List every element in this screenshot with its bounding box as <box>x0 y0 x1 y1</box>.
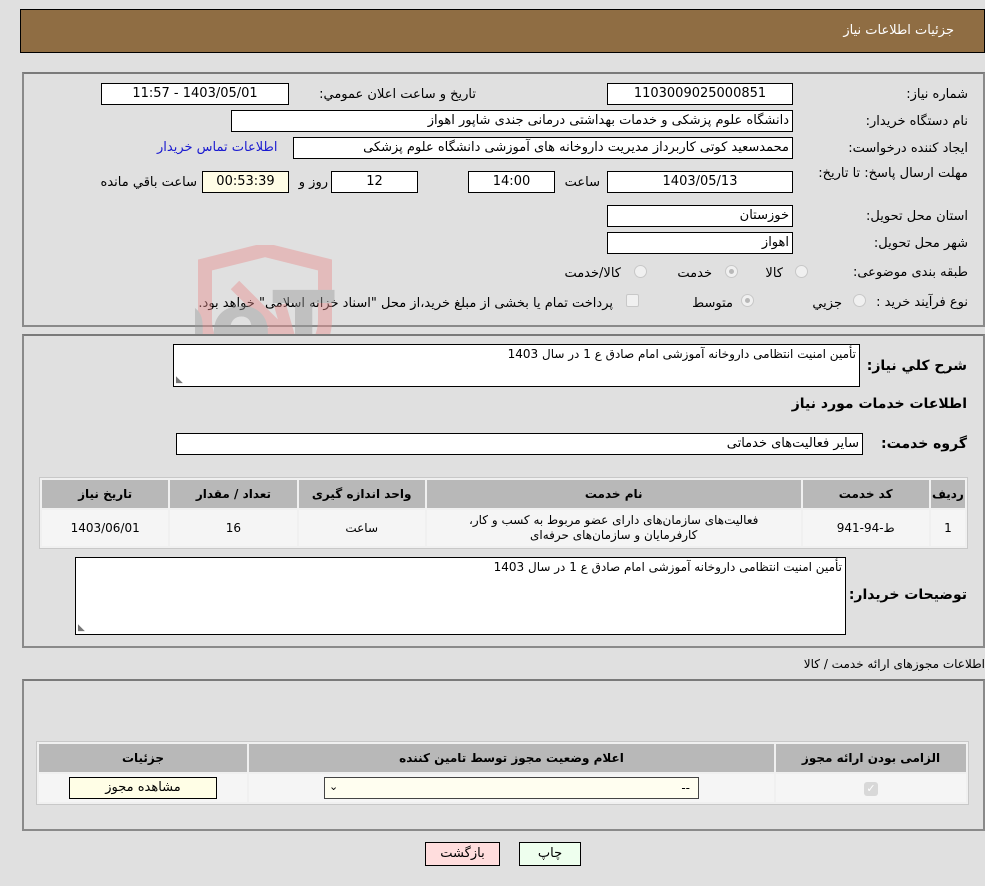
cell-license-status: -- ⌄ <box>249 774 774 802</box>
licenses-table-header: الزامی بودن ارائه مجوز اعلام وضعیت مجوز … <box>39 744 966 772</box>
buyer-org-field: دانشگاه علوم پزشکی و خدمات بهداشتی درمان… <box>231 110 793 132</box>
services-table: ردیف کد خدمت نام خدمت واحد اندازه گیری ت… <box>39 477 968 549</box>
page-header: جزئیات اطلاعات نیاز <box>20 9 985 53</box>
license-status-value: -- <box>681 781 690 795</box>
col-license-status: اعلام وضعیت مجوز توسط تامین کننده <box>249 744 774 772</box>
buyer-notes-text: تأمین امنیت انتظامی داروخانه آموزشی امام… <box>493 560 842 574</box>
summary-label: شرح کلي نياز: <box>866 358 967 374</box>
treasury-checkbox[interactable] <box>626 294 639 307</box>
cell-unit: ساعت <box>298 510 425 546</box>
back-button[interactable]: بازگشت <box>425 842 500 866</box>
services-table-header: ردیف کد خدمت نام خدمت واحد اندازه گیری ت… <box>42 480 965 508</box>
category-option-goods-service: کالا/خدمت <box>564 266 621 281</box>
license-status-select[interactable]: -- ⌄ <box>324 777 699 799</box>
deadline-time-field: 14:00 <box>468 171 555 193</box>
category-option-service: خدمت <box>677 266 712 281</box>
purchase-type-label: نوع فرآیند خرید : <box>876 295 968 310</box>
col-row: ردیف <box>930 480 965 508</box>
page-title: جزئیات اطلاعات نیاز <box>843 23 954 38</box>
cell-row: 1 <box>930 510 965 546</box>
col-need-date: تاریخ نیاز <box>42 480 169 508</box>
col-unit: واحد اندازه گیری <box>298 480 425 508</box>
province-field: خوزستان <box>607 205 793 227</box>
cell-quantity: 16 <box>170 510 297 546</box>
cell-service-code: ط-94-941 <box>802 510 929 546</box>
days-remaining-field: 12 <box>331 171 418 193</box>
resize-grip-icon[interactable]: ◢ <box>176 375 183 385</box>
days-label: روز و <box>298 175 328 190</box>
licenses-table: الزامی بودن ارائه مجوز اعلام وضعیت مجوز … <box>36 741 969 805</box>
category-radio-service[interactable] <box>725 265 738 278</box>
table-row: 1 ط-94-941 فعالیت‌های سازمان‌های دارای ع… <box>42 510 965 546</box>
chevron-down-icon: ⌄ <box>329 780 339 793</box>
city-label: شهر محل تحویل: <box>873 236 968 251</box>
time-remaining-label: ساعت باقي مانده <box>100 175 197 190</box>
view-license-button[interactable]: مشاهده مجوز <box>69 777 217 799</box>
deadline-date-field: 1403/05/13 <box>607 171 793 193</box>
province-label: استان محل تحویل: <box>866 209 968 224</box>
col-service-name: نام خدمت <box>426 480 801 508</box>
purchase-option-minor: جزيي <box>812 296 842 311</box>
requester-field: محمدسعید کوتی کاربرداز مدیریت داروخانه ه… <box>293 137 793 159</box>
buyer-notes-label: توضیحات خریدار: <box>848 587 967 603</box>
buyer-org-label: نام دستگاه خریدار: <box>865 114 968 129</box>
service-group-field: سایر فعالیت‌های خدماتی <box>176 433 863 455</box>
cell-need-date: 1403/06/01 <box>42 510 169 546</box>
city-field: اهواز <box>607 232 793 254</box>
treasury-note: پرداخت تمام یا بخشی از مبلغ خرید،از محل … <box>198 296 613 311</box>
col-quantity: تعداد / مقدار <box>170 480 297 508</box>
deadline-label: مهلت ارسال پاسخ: تا تاریخ: <box>818 166 968 181</box>
col-license-required: الزامی بودن ارائه مجوز <box>776 744 966 772</box>
purchase-radio-medium[interactable] <box>741 294 754 307</box>
table-row: ✓ -- ⌄ مشاهده مجوز <box>39 774 966 802</box>
services-heading: اطلاعات خدمات مورد نياز <box>791 396 967 412</box>
cell-service-name: فعالیت‌های سازمان‌های دارای عضو مربوط به… <box>426 510 801 546</box>
cell-license-required: ✓ <box>776 774 966 802</box>
purchase-option-medium: متوسط <box>692 296 733 311</box>
announce-datetime-field: 1403/05/01 - 11:57 <box>101 83 289 105</box>
licenses-heading: اطلاعات مجوزهای ارائه خدمت / کالا <box>803 657 985 671</box>
purchase-radio-minor[interactable] <box>853 294 866 307</box>
summary-text: تأمین امنیت انتظامی داروخانه آموزشی امام… <box>507 347 856 361</box>
category-radio-goods[interactable] <box>795 265 808 278</box>
buyer-notes-textarea[interactable]: تأمین امنیت انتظامی داروخانه آموزشی امام… <box>75 557 846 635</box>
time-remaining-field: 00:53:39 <box>202 171 289 193</box>
category-label: طبقه بندی موضوعی: <box>852 265 968 280</box>
resize-grip-icon[interactable]: ◢ <box>78 623 85 633</box>
cell-license-details: مشاهده مجوز <box>39 774 247 802</box>
need-number-label: شماره نیاز: <box>906 87 968 102</box>
service-group-label: گروه خدمت: <box>881 436 967 452</box>
category-radio-goods-service[interactable] <box>634 265 647 278</box>
col-license-details: جزئیات <box>39 744 247 772</box>
print-button[interactable]: چاپ <box>519 842 581 866</box>
summary-textarea[interactable]: تأمین امنیت انتظامی داروخانه آموزشی امام… <box>173 344 860 387</box>
need-number-field: 1103009025000851 <box>607 83 793 105</box>
buyer-contact-link[interactable]: اطلاعات تماس خریدار <box>157 140 277 155</box>
col-service-code: کد خدمت <box>802 480 929 508</box>
deadline-time-label: ساعت <box>564 175 600 190</box>
announce-datetime-label: تاریخ و ساعت اعلان عمومي: <box>319 87 476 102</box>
license-required-checkbox: ✓ <box>864 781 878 796</box>
category-option-goods: کالا <box>765 266 783 281</box>
requester-label: ایجاد کننده درخواست: <box>848 141 968 156</box>
